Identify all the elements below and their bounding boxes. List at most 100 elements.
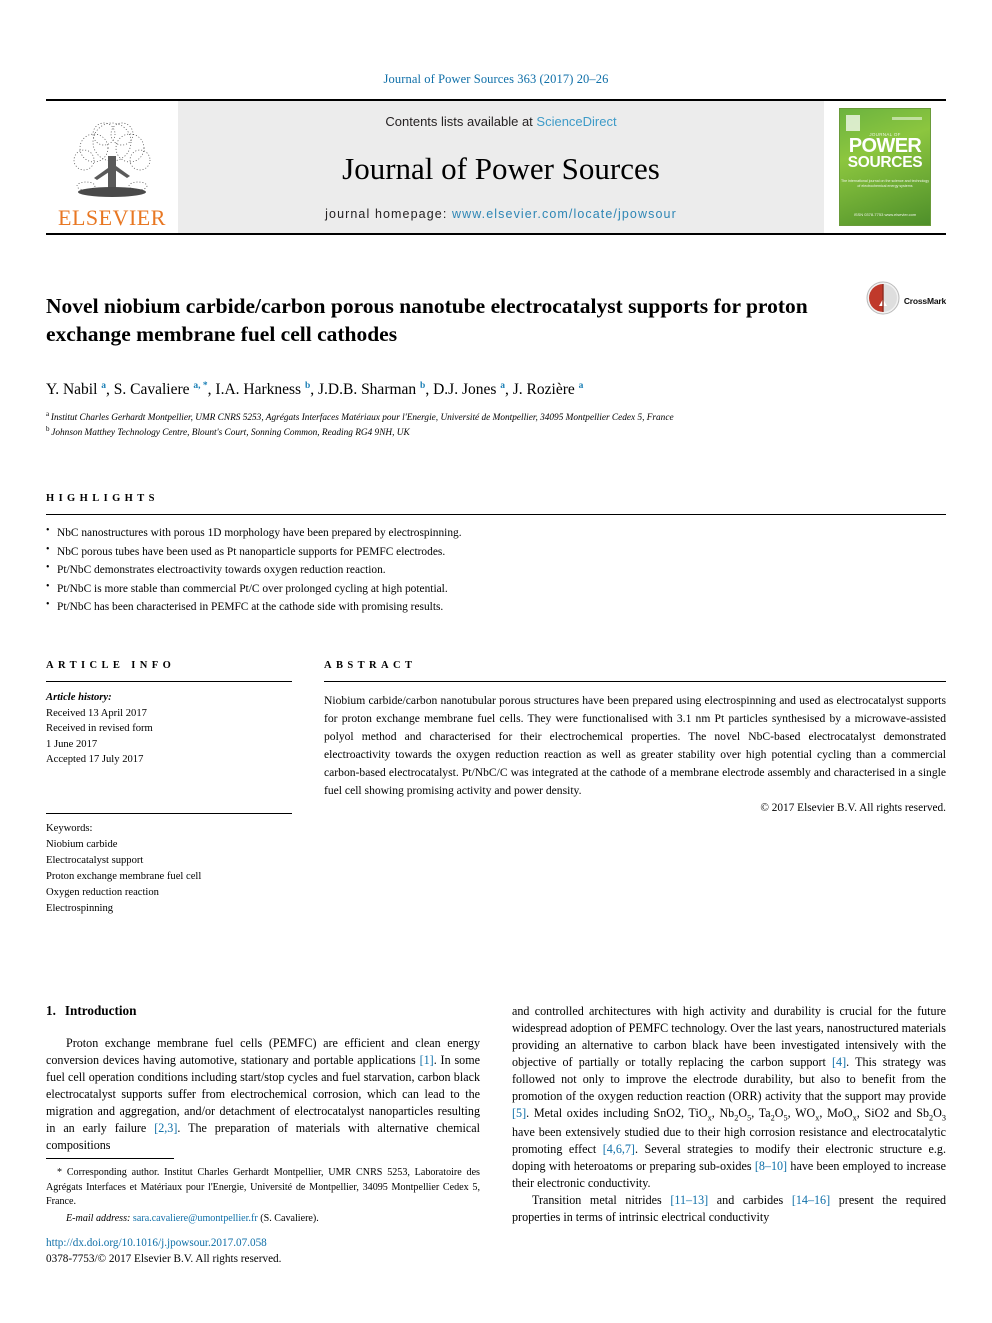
citation-reference[interactable]: [14–16] bbox=[792, 1193, 830, 1207]
author-name: J. Rozière bbox=[512, 381, 579, 399]
body-text: Proton exchange membrane fuel cells (PEM… bbox=[46, 1035, 480, 1067]
highlight-item: NbC nanostructures with porous 1D morpho… bbox=[46, 523, 946, 542]
cover-footer: ISSN 0378-7753 www.elsevier.com bbox=[853, 212, 917, 217]
body-column-left: 1. Introduction Proton exchange membrane … bbox=[46, 1003, 480, 1227]
highlight-item: Pt/NbC demonstrates electroactivity towa… bbox=[46, 560, 946, 579]
journal-cover-thumbnail: JOURNAL OF POWER SOURCES The internation… bbox=[824, 101, 946, 233]
citation-reference[interactable]: [5] bbox=[512, 1106, 526, 1120]
body-column-right: and controlled architectures with high a… bbox=[512, 1003, 946, 1227]
masthead-centre: Contents lists available at ScienceDirec… bbox=[178, 101, 824, 233]
article-info-section: ARTICLE INFO Article history: Received 1… bbox=[46, 660, 292, 916]
body-columns: 1. Introduction Proton exchange membrane … bbox=[46, 1003, 946, 1227]
footnote-area: * Corresponding author. Institut Charles… bbox=[46, 1158, 480, 1226]
author-name: Y. Nabil bbox=[46, 381, 102, 399]
email-owner: (S. Cavaliere). bbox=[260, 1212, 319, 1224]
highlight-item: NbC porous tubes have been used as Pt na… bbox=[46, 542, 946, 561]
cover-elsevier-mark-icon bbox=[846, 115, 860, 131]
author-affiliation-mark: a bbox=[101, 381, 107, 392]
doi-link[interactable]: http://dx.doi.org/10.1016/j.jpowsour.201… bbox=[46, 1236, 486, 1252]
affiliation-entry: a Institut Charles Gerhardt Montpellier,… bbox=[46, 410, 946, 425]
highlights-section: HIGHLIGHTS NbC nanostructures with porou… bbox=[46, 493, 946, 616]
body-text: and carbides bbox=[708, 1193, 792, 1208]
author-affiliation-mark: b bbox=[304, 381, 311, 392]
abstract-text: Niobium carbide/carbon nanotubular porou… bbox=[324, 694, 946, 797]
abstract-copyright: © 2017 Elsevier B.V. All rights reserved… bbox=[760, 801, 946, 814]
affiliation-entry: b Johnson Matthey Technology Centre, Blo… bbox=[46, 425, 946, 440]
keyword-item: Electrospinning bbox=[46, 902, 114, 914]
keywords-block: Keywords: Niobium carbide Electrocatalyst… bbox=[46, 813, 292, 916]
section-title: Introduction bbox=[64, 1002, 137, 1018]
email-link[interactable]: sara.cavaliere@umontpellier.fr bbox=[133, 1213, 258, 1224]
citation-reference[interactable]: [4] bbox=[832, 1055, 846, 1069]
cover-barcode-icon bbox=[892, 117, 922, 120]
cover-title: POWER SOURCES bbox=[840, 136, 930, 172]
article-title: Novel niobium carbide/carbon porous nano… bbox=[46, 294, 808, 347]
author-affiliation-mark: a bbox=[500, 381, 506, 392]
author-affiliation-mark: b bbox=[420, 381, 426, 392]
author-affiliation-mark: a bbox=[578, 381, 584, 392]
journal-homepage-line: journal homepage: www.elsevier.com/locat… bbox=[325, 207, 677, 221]
intro-paragraph-left: Proton exchange membrane fuel cells (PEM… bbox=[46, 1035, 480, 1154]
journal-masthead: ELSEVIER Contents lists available at Sci… bbox=[46, 99, 946, 235]
sciencedirect-link[interactable]: ScienceDirect bbox=[536, 114, 616, 129]
crossmark-badge[interactable]: CrossMark bbox=[866, 281, 946, 320]
author-name: I.A. Harkness bbox=[215, 381, 305, 399]
article-history-entry: Received in revised form bbox=[46, 723, 153, 735]
highlight-item: Pt/NbC is more stable than commercial Pt… bbox=[46, 578, 946, 598]
affiliation-text: Institut Charles Gerhardt Montpellier, U… bbox=[50, 412, 674, 423]
highlights-list: NbC nanostructures with porous 1D morpho… bbox=[46, 515, 946, 616]
corresponding-email-note: E-mail address: sara.cavaliere@umontpell… bbox=[46, 1212, 480, 1227]
citation-reference[interactable]: [1] bbox=[420, 1053, 434, 1067]
section-number: 1. bbox=[46, 1002, 56, 1018]
keyword-item: Electrocatalyst support bbox=[46, 855, 144, 867]
author-list: Y. Nabil a, S. Cavaliere a, *, I.A. Hark… bbox=[46, 381, 584, 399]
keyword-item: Niobium carbide bbox=[46, 839, 118, 851]
author-affiliation-mark: a, * bbox=[193, 381, 208, 392]
intro-paragraph-right-2: Transition metal nitrides [11–13] and ca… bbox=[512, 1192, 946, 1226]
article-history-entry: Received 13 April 2017 bbox=[46, 707, 147, 719]
journal-title: Journal of Power Sources bbox=[342, 150, 660, 186]
author-name: J.D.B. Sharman bbox=[318, 381, 421, 399]
keyword-item: Proton exchange membrane fuel cell bbox=[46, 870, 202, 882]
cover-subtitle: The international journal on the science… bbox=[840, 179, 930, 189]
article-history-entry: Accepted 17 July 2017 bbox=[46, 753, 144, 765]
keywords-label: Keywords: bbox=[46, 823, 93, 835]
body-text: Transition metal nitrides bbox=[532, 1193, 671, 1208]
keywords-list: Niobium carbide Electrocatalyst support Pr… bbox=[46, 837, 292, 916]
contents-available-line: Contents lists available at ScienceDirec… bbox=[385, 114, 616, 129]
affiliation-text: Johnson Matthey Technology Centre, Bloun… bbox=[51, 427, 410, 438]
citation-reference[interactable]: [4,6,7] bbox=[603, 1142, 635, 1156]
email-label: E-mail address: bbox=[66, 1212, 131, 1224]
highlights-heading: HIGHLIGHTS bbox=[46, 493, 159, 505]
intro-paragraph-right-1: and controlled architectures with high a… bbox=[512, 1003, 946, 1192]
issn-copyright-line: 0378-7753/© 2017 Elsevier B.V. All right… bbox=[46, 1253, 282, 1266]
info-abstract-row: ARTICLE INFO Article history: Received 1… bbox=[46, 660, 946, 916]
article-history-entry: 1 June 2017 bbox=[46, 738, 98, 750]
citation-reference[interactable]: [8–10] bbox=[755, 1159, 787, 1173]
title-row: Novel niobium carbide/carbon porous nano… bbox=[46, 279, 946, 363]
author-name: S. Cavaliere bbox=[113, 381, 194, 399]
author-name: D.J. Jones bbox=[433, 381, 501, 399]
article-history-label: Article history: bbox=[46, 692, 112, 704]
elsevier-wordmark: ELSEVIER bbox=[58, 205, 166, 230]
crossmark-label: CrossMark bbox=[903, 295, 946, 306]
highlight-item: Pt/NbC has been characterised in PEMFC a… bbox=[46, 597, 946, 616]
journal-homepage-link[interactable]: www.elsevier.com/locate/jpowsour bbox=[452, 207, 677, 221]
elsevier-logo: ELSEVIER bbox=[46, 101, 178, 233]
crossmark-icon bbox=[866, 281, 900, 320]
homepage-prefix: journal homepage: bbox=[325, 207, 452, 221]
footer-doi-block: http://dx.doi.org/10.1016/j.jpowsour.201… bbox=[46, 1236, 486, 1268]
article-history-dates: Received 13 April 2017 Received in revise… bbox=[46, 706, 292, 767]
footnote-rule bbox=[46, 1158, 174, 1160]
article-info-heading: ARTICLE INFO bbox=[46, 660, 176, 672]
affiliation-list: a Institut Charles Gerhardt Montpellier,… bbox=[46, 410, 946, 441]
cover-title-line2: SOURCES bbox=[847, 154, 923, 172]
elsevier-tree-icon bbox=[64, 120, 160, 206]
citation-reference[interactable]: [11–13] bbox=[670, 1193, 708, 1207]
abstract-heading: ABSTRACT bbox=[324, 660, 417, 672]
corresponding-author-note: * Corresponding author. Institut Charles… bbox=[46, 1167, 480, 1208]
article-history-block: Article history: Received 13 April 2017 R… bbox=[46, 682, 292, 767]
keyword-item: Oxygen reduction reaction bbox=[46, 886, 159, 898]
citation-reference[interactable]: [2,3] bbox=[154, 1121, 177, 1135]
abstract-section: ABSTRACT Niobium carbide/carbon nanotubu… bbox=[324, 660, 946, 916]
